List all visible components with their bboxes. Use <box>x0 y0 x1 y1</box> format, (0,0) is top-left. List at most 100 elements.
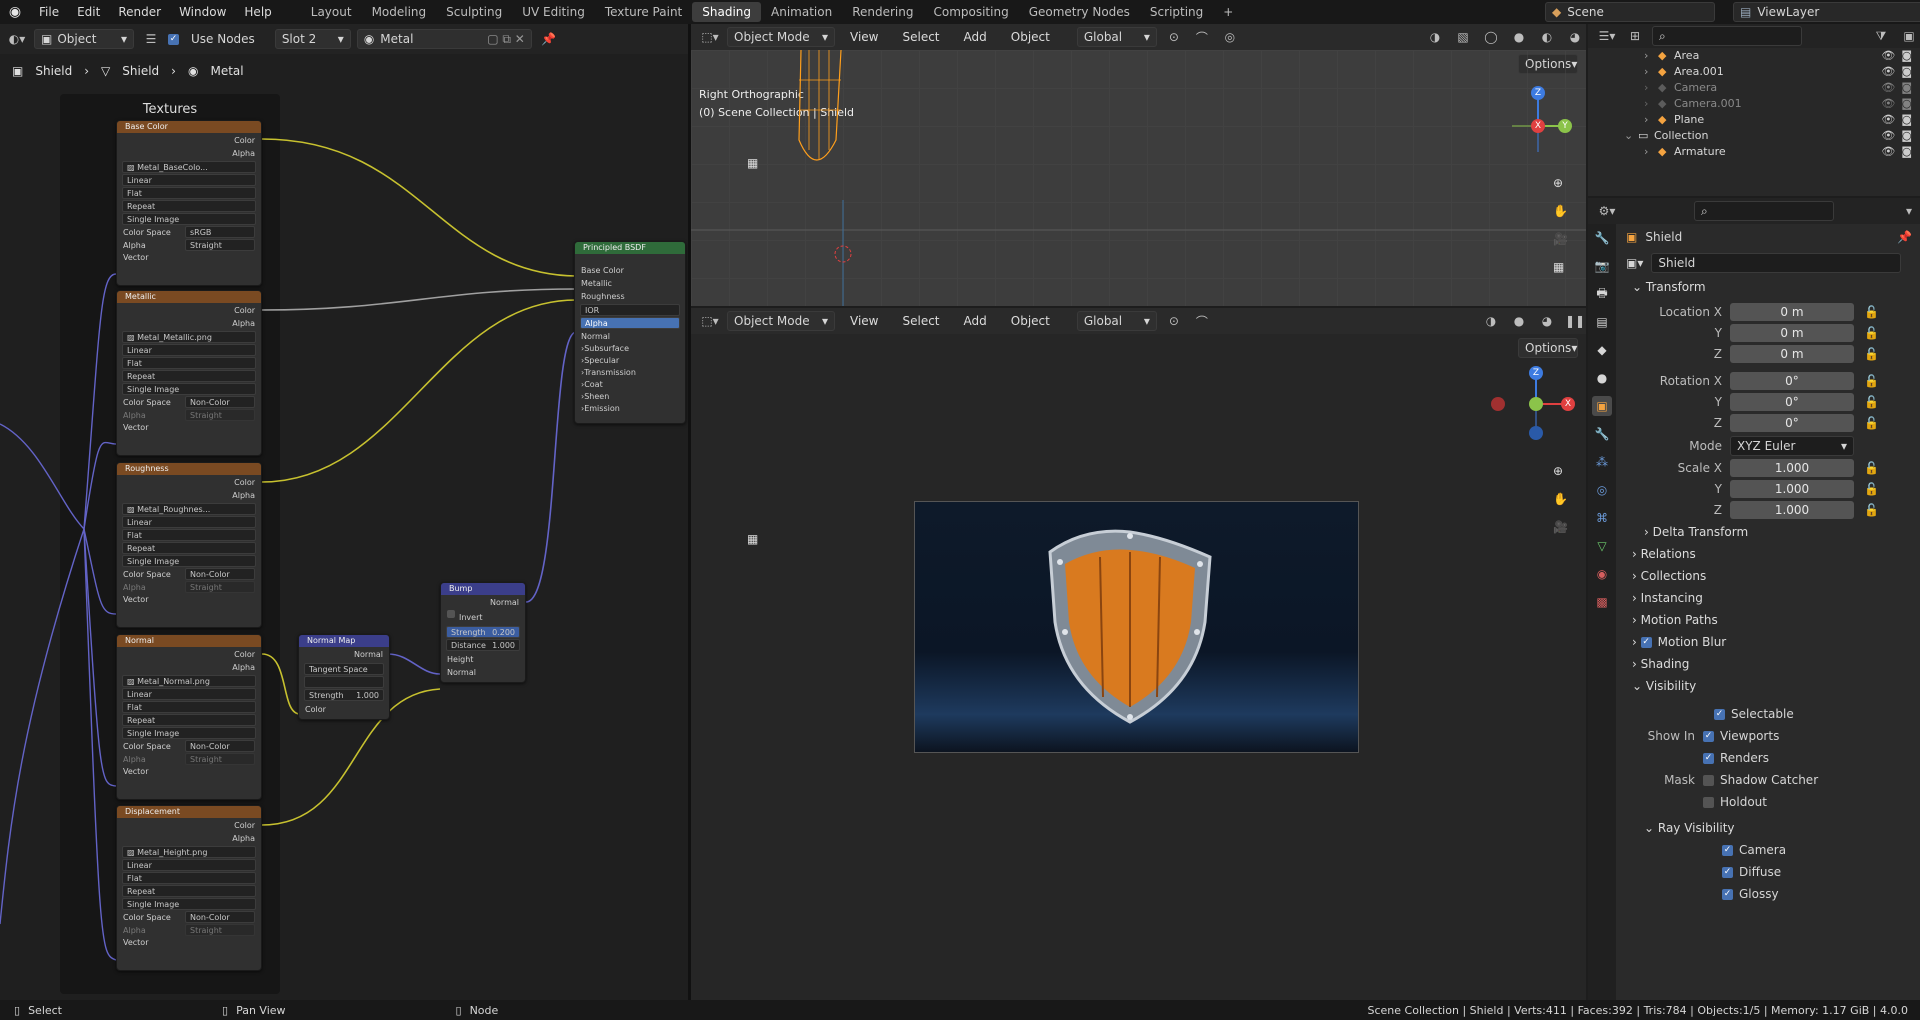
object-name-field[interactable]: Shield <box>1651 253 1902 273</box>
navigation-gizmo[interactable]: Z Y X <box>1498 86 1578 166</box>
vector-input[interactable]: Vector <box>117 937 261 949</box>
glossy-ray-checkbox[interactable]: ✓ <box>1722 888 1733 900</box>
gizmo-neg-x-dot[interactable] <box>1491 397 1505 411</box>
lock-icon[interactable]: 🔓 <box>1864 461 1879 475</box>
image-texture-node[interactable]: Base Color Color Alpha ▨ Metal_BaseColo... L… <box>116 120 262 286</box>
shading-rendered-icon[interactable]: ◕ <box>1536 311 1558 331</box>
normal-map-color-input[interactable]: Color <box>299 702 389 717</box>
outliner-row[interactable]: › ◆ Area 👁 ◙ <box>1588 48 1920 64</box>
diffuse-ray-checkbox[interactable]: ✓ <box>1722 866 1733 878</box>
visibility-eye-icon[interactable]: 👁 <box>1881 48 1895 64</box>
bsdf-input-metallic[interactable]: Metallic <box>575 277 685 290</box>
menu-window[interactable]: Window <box>170 5 235 19</box>
navigation-gizmo[interactable]: Z X <box>1491 364 1581 444</box>
top-select-menu[interactable]: Select <box>893 30 948 44</box>
alpha-output[interactable]: Alpha <box>117 833 261 845</box>
pan-hand-icon[interactable]: ✋ <box>1553 492 1568 506</box>
world-tab-icon[interactable]: ● <box>1592 368 1612 388</box>
bsdf-panel-transmission[interactable]: › Transmission <box>575 367 685 379</box>
rotation-mode-dropdown[interactable]: XYZ Euler ▾ <box>1730 436 1854 456</box>
outliner[interactable]: ☰▾ ⊞ ⌕ ⧩ ▣ › ◆ Area 👁 ◙ › ◆ Area.001 👁 ◙ › ◆ Camera 👁… <box>1588 24 1920 196</box>
location-x-field[interactable]: 0 m <box>1730 303 1854 321</box>
tab-layout[interactable]: Layout <box>301 2 362 22</box>
lock-icon[interactable]: 🔓 <box>1864 395 1879 409</box>
bsdf-panel-emission[interactable]: › Emission <box>575 403 685 415</box>
viewports-checkbox[interactable]: ✓ <box>1703 730 1714 742</box>
motion-blur-checkbox[interactable]: ✓ <box>1640 637 1652 648</box>
render-camera-icon[interactable]: ◙ <box>1901 112 1912 128</box>
image-file-field[interactable]: ▨ Metal_Normal.png <box>122 675 256 687</box>
disclosure-icon[interactable]: › <box>1644 80 1658 96</box>
vector-input[interactable]: Vector <box>117 422 261 434</box>
scale-x-field[interactable]: 1.000 <box>1730 459 1854 477</box>
tab-animation[interactable]: Animation <box>761 2 842 22</box>
extension-dropdown[interactable]: Repeat <box>122 885 256 897</box>
lock-icon[interactable]: 🔓 <box>1864 305 1879 319</box>
add-workspace-icon[interactable]: + <box>1213 2 1243 22</box>
image-texture-node[interactable]: Roughness Color Alpha ▨ Metal_Roughnes... Li… <box>116 462 262 628</box>
shadow-catcher-checkbox[interactable] <box>1703 774 1714 786</box>
source-dropdown[interactable]: Single Image <box>122 727 256 739</box>
bsdf-input-base-color[interactable]: Base Color <box>575 264 685 277</box>
vector-input[interactable]: Vector <box>117 594 261 606</box>
bsdf-panel-coat[interactable]: › Coat <box>575 379 685 391</box>
outliner-type-icon[interactable]: ☰▾ <box>1596 26 1618 46</box>
colorspace-dropdown[interactable]: Non-Color <box>185 740 255 752</box>
scale-y-field[interactable]: 1.000 <box>1730 480 1854 498</box>
transform-section[interactable]: ⌄ Transform <box>1618 276 1918 298</box>
clapboard-icon[interactable]: ▦ <box>747 532 758 546</box>
shading-material-icon[interactable]: ◐ <box>1536 27 1558 47</box>
overlays-icon[interactable]: ◑ <box>1480 311 1502 331</box>
bump-strength-field[interactable]: Strength 0.200 <box>446 626 520 638</box>
render-camera-icon[interactable]: ◙ <box>1901 48 1912 64</box>
bsdf-alpha-field[interactable]: Alpha <box>580 317 680 329</box>
bottom-mode-dropdown[interactable]: Object Mode ▾ <box>727 311 835 331</box>
bottom-options-dropdown[interactable]: Options ▾ <box>1518 338 1578 358</box>
normal-map-uv-field[interactable] <box>304 676 384 688</box>
alpha-mode-dropdown[interactable]: Straight <box>185 753 255 765</box>
extension-dropdown[interactable]: Repeat <box>122 714 256 726</box>
image-file-field[interactable]: ▨ Metal_Metallic.png <box>122 331 256 343</box>
top-add-menu[interactable]: Add <box>955 30 996 44</box>
pivot-icon[interactable]: ⊙ <box>1163 311 1185 331</box>
alpha-mode-dropdown[interactable]: Straight <box>185 581 255 593</box>
blender-logo-icon[interactable]: ◉ <box>0 4 30 20</box>
alpha-mode-dropdown[interactable]: Straight <box>185 409 255 421</box>
filter-icon[interactable]: ⧩ <box>1870 26 1892 46</box>
texture-tab-icon[interactable]: ▩ <box>1592 592 1612 612</box>
gizmo-x[interactable]: X <box>1531 119 1545 133</box>
bsdf-ior-field[interactable]: IOR <box>580 304 680 316</box>
display-mode-icon[interactable]: ⊞ <box>1624 26 1646 46</box>
lock-icon[interactable]: 🔓 <box>1864 482 1879 496</box>
interpolation-dropdown[interactable]: Linear <box>122 516 256 528</box>
render-camera-icon[interactable]: ◙ <box>1901 128 1912 144</box>
bottom-add-menu[interactable]: Add <box>955 314 996 328</box>
options-chevron-icon[interactable]: ▾ <box>1898 201 1920 221</box>
properties-editor[interactable]: ⚙▾ ⌕ ▾ 🔧 📷 🖶 ▤ ◆ ● ▣ 🔧 ⁂ ◎ ⌘ ▽ ◉ ▩ ▣ Shi… <box>1588 198 1920 1000</box>
bottom-view-menu[interactable]: View <box>841 314 887 328</box>
location-z-field[interactable]: 0 m <box>1730 345 1854 363</box>
color-output[interactable]: Color <box>117 647 261 662</box>
projection-dropdown[interactable]: Flat <box>122 872 256 884</box>
alpha-output[interactable]: Alpha <box>117 148 261 160</box>
visibility-eye-icon[interactable]: 👁 <box>1881 96 1895 112</box>
colorspace-dropdown[interactable]: Non-Color <box>185 396 255 408</box>
snap-icon[interactable]: ⌒ <box>1191 311 1213 331</box>
tab-compositing[interactable]: Compositing <box>923 2 1018 22</box>
colorspace-dropdown[interactable]: sRGB <box>185 226 255 238</box>
lock-icon[interactable]: 🔓 <box>1864 347 1879 361</box>
bsdf-panel-specular[interactable]: › Specular <box>575 355 685 367</box>
menu-file[interactable]: File <box>30 5 68 19</box>
outliner-row[interactable]: › ◆ Plane 👁 ◙ <box>1588 112 1920 128</box>
camera-view-icon[interactable]: 🎥 <box>1553 232 1568 246</box>
extension-dropdown[interactable]: Repeat <box>122 200 256 212</box>
data-tab-icon[interactable]: ▽ <box>1592 536 1612 556</box>
shading-wire-icon[interactable]: ◯ <box>1480 27 1502 47</box>
editor-type-3d-icon[interactable]: ⬚▾ <box>699 27 721 47</box>
pan-hand-icon[interactable]: ✋ <box>1553 204 1568 218</box>
section-motion-paths[interactable]: › Motion Paths <box>1618 609 1918 631</box>
normal-map-node[interactable]: Normal Map Normal Tangent Space Strength… <box>298 634 390 720</box>
projection-dropdown[interactable]: Flat <box>122 701 256 713</box>
render-tab-icon[interactable]: 📷 <box>1592 256 1612 276</box>
viewport-bottom[interactable]: ⬚▾ Object Mode ▾ View Select Add Object G… <box>691 308 1586 1000</box>
